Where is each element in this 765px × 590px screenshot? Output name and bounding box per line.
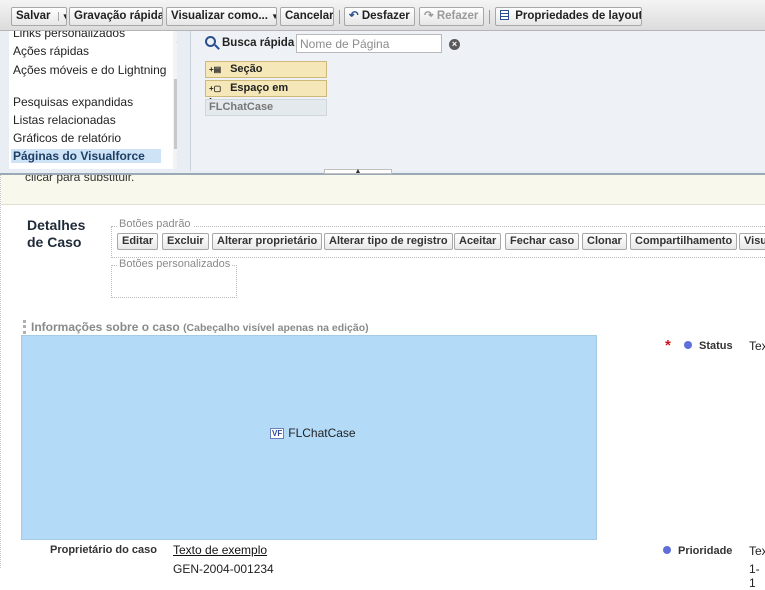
palette-collapse-handle[interactable]: ▲ [324,168,392,175]
info-section-note: (Cabeçalho visível apenas na edição) [183,322,369,334]
category-report-charts[interactable]: Gráficos de relatório [13,131,168,145]
delete-button[interactable]: Excluir [162,233,209,250]
case-owner-label: Proprietário do caso [50,544,157,556]
status-field-value: Tex [749,339,765,353]
sharing-button[interactable]: Compartilhamento [630,233,738,250]
properties-icon [500,10,509,20]
hint-box: clicar para substituir. [1,175,765,205]
redo-icon: ↷ [424,10,434,22]
blank-space-icon: +▢ [209,84,222,93]
save-button-label: Salvar [16,10,51,22]
category-related-lists[interactable]: Listas relacionadas [13,113,168,127]
section-title-line2: de Caso [27,234,82,250]
clear-search-icon[interactable]: × [449,39,460,50]
priority-field-label: Prioridade [678,545,733,557]
scroll-up-icon[interactable]: ▲ [175,36,177,45]
next-field-value: 1-1 [749,562,760,590]
palette-item-label: FLChatCase [209,101,274,113]
required-asterisk: * [665,337,671,354]
preview-as-button[interactable]: Visualizar como... ▼ [166,7,277,26]
priority-field-value: Tex [749,544,765,558]
palette-item-blank-space[interactable]: +▢ Espaço em branco [205,80,327,109]
palette-item-label: Seção [230,63,263,75]
collapse-up-icon: ▲ [354,168,362,175]
field-dot-icon [663,546,671,554]
redo-label: Refazer [436,10,479,22]
category-mobile-lightning-actions[interactable]: Ações móveis e do Lightning [13,63,168,77]
category-quick-actions[interactable]: Ações rápidas [13,44,168,58]
layout-editor-toolbar: Salvar ▼ Gravação rápida Visualizar como… [0,0,765,31]
change-owner-button[interactable]: Alterar proprietário [212,233,323,250]
palette-category-list: Links personalizados Ações rápidas Ações… [9,31,177,169]
category-visualforce-pages[interactable]: Páginas do Visualforce [11,149,161,163]
quick-save-label: Gravação rápida [74,10,163,22]
quick-find-input[interactable] [296,34,442,53]
hint-text: clicar para substituir. [25,175,135,184]
category-scrollbar[interactable]: ▲ ▼ [173,31,177,169]
accept-button[interactable]: Aceitar [454,233,502,250]
info-section-title: Informações sobre o caso (Cabeçalho visí… [23,320,369,334]
section-title-line1: Detalhes [27,217,86,233]
view-button[interactable]: Visu [739,233,765,250]
cancel-label: Cancelar [285,10,334,22]
save-button[interactable]: Salvar ▼ [11,7,67,26]
visualforce-page-name: FLChatCase [288,426,356,440]
layout-canvas: clicar para substituir. Detalhes de Caso… [0,175,765,590]
chevron-down-icon[interactable]: ▼ [57,12,66,21]
palette-items-panel: Busca rápida × +▤ Seção +▢ Espaço em bra… [190,31,765,171]
preview-as-label: Visualizar como... [171,10,268,22]
undo-button[interactable]: ↶ Desfazer [344,7,415,26]
cancel-button[interactable]: Cancelar [280,7,334,26]
section-title: Detalhes de Caso [27,217,97,251]
section-icon: +▤ [209,65,222,74]
field-dot-icon [684,341,692,349]
case-number-value: GEN-2004-001234 [173,562,274,576]
undo-icon: ↶ [349,10,359,22]
visualforce-icon: VF [270,428,285,439]
info-section-title-text: Informações sobre o caso [31,320,180,334]
quick-find-label: Busca rápida [222,37,295,49]
layout-properties-label: Propriedades de layout [515,10,642,22]
chevron-down-icon: ▼ [271,12,276,21]
clone-button[interactable]: Clonar [582,233,627,250]
quick-save-button[interactable]: Gravação rápida [69,7,163,26]
scroll-down-icon[interactable]: ▼ [175,152,177,161]
palette-item-flchatcase[interactable]: FLChatCase [205,99,327,116]
visualforce-page-block[interactable]: VF FLChatCase [21,335,597,540]
visualforce-page-label: VF FLChatCase [270,426,356,440]
toolbar-divider [339,10,340,24]
palette-item-section[interactable]: +▤ Seção [205,61,327,78]
search-icon-handle [214,44,220,50]
redo-button[interactable]: ↷ Refazer [419,7,484,26]
case-owner-value[interactable]: Texto de exemplo [173,543,267,557]
change-record-type-button[interactable]: Alterar tipo de registro [324,233,453,250]
layout-properties-button[interactable]: Propriedades de layout [495,7,642,26]
custom-buttons-legend: Botões personalizados [117,258,233,270]
standard-buttons-legend: Botões padrão [117,218,193,230]
undo-label: Desfazer [361,10,410,22]
scrollbar-thumb[interactable] [174,79,177,149]
toolbar-divider [489,10,490,24]
edit-button[interactable]: Editar [117,233,159,250]
category-expanded-lookups[interactable]: Pesquisas expandidas [13,95,168,109]
close-case-button[interactable]: Fechar caso [505,233,580,250]
palette: Links personalizados Ações rápidas Ações… [0,31,765,175]
category-custom-links[interactable]: Links personalizados [13,31,168,40]
status-field-label: Status [699,340,733,352]
